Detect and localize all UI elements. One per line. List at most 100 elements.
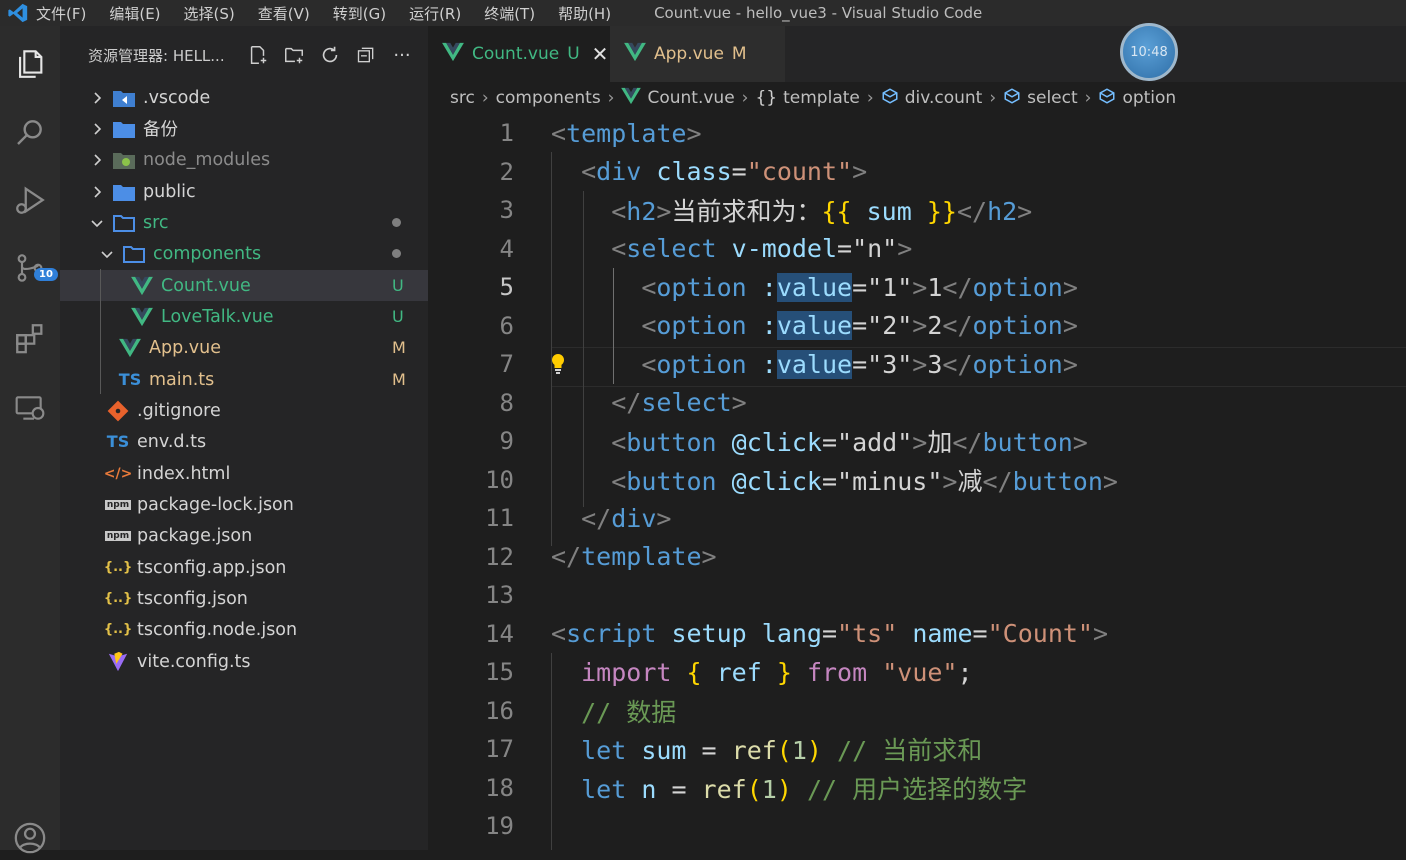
chevron-right-icon[interactable]: [88, 120, 106, 138]
code-line[interactable]: 7 <option :value="3">3</option>: [428, 345, 1406, 384]
tree-item[interactable]: node_modules: [60, 144, 428, 175]
search-icon[interactable]: [8, 110, 52, 154]
code-line[interactable]: 18 let n = ref(1) // 用户选择的数字: [428, 769, 1406, 808]
collapse-all-icon[interactable]: [354, 43, 378, 67]
menu-file[interactable]: 文件(F): [36, 3, 86, 24]
code-token: <: [641, 272, 657, 302]
code-line[interactable]: 16 // 数据: [428, 692, 1406, 731]
chevron-down-icon[interactable]: [88, 214, 106, 232]
code-line[interactable]: 3 <h2>当前求和为：{{ sum }}</h2>: [428, 191, 1406, 230]
tree-item[interactable]: TS env.d.ts: [60, 426, 428, 457]
breadcrumb-item[interactable]: div.count: [905, 88, 983, 108]
code-token: >: [912, 428, 928, 458]
code-line[interactable]: 9 <button @click="add">加</button>: [428, 422, 1406, 461]
vscode-logo-icon[interactable]: [0, 0, 36, 26]
tab-app-vue[interactable]: App.vue M: [610, 26, 785, 82]
chevron-right-icon[interactable]: [88, 183, 106, 201]
code-line[interactable]: 11 </div>: [428, 499, 1406, 538]
line-number: 12: [485, 542, 514, 571]
refresh-icon[interactable]: [318, 43, 342, 67]
tree-item-label: public: [143, 181, 196, 202]
menu-selection[interactable]: 选择(S): [184, 3, 235, 24]
chevron-right-icon[interactable]: [88, 151, 106, 169]
tree-item[interactable]: npm package-lock.json: [60, 489, 428, 520]
tree-item[interactable]: Count.vue U: [60, 270, 428, 301]
code-line[interactable]: 19: [428, 807, 1406, 846]
code-line[interactable]: 14 <script setup lang="ts" name="Count">: [428, 615, 1406, 654]
menu-view[interactable]: 查看(V): [258, 3, 310, 24]
tree-item[interactable]: {..} tsconfig.node.json: [60, 614, 428, 645]
breadcrumb-item[interactable]: Count.vue: [647, 88, 734, 108]
code-token: button: [982, 428, 1073, 458]
more-icon[interactable]: ···: [390, 43, 414, 67]
menu-edit[interactable]: 编辑(E): [109, 3, 160, 24]
code-token: <: [611, 197, 627, 227]
code-line[interactable]: 8 </select>: [428, 384, 1406, 423]
code-text: let sum = ref(1) // 当前求和: [551, 731, 982, 767]
tree-item[interactable]: public: [60, 176, 428, 207]
run-debug-icon[interactable]: [8, 178, 52, 222]
menu-run[interactable]: 运行(R): [409, 3, 461, 24]
code-line[interactable]: 5 <option :value="1">1</option>: [428, 268, 1406, 307]
tree-item[interactable]: </> index.html: [60, 458, 428, 489]
code-token: >: [1062, 311, 1078, 341]
chevron-right-icon: ›: [607, 88, 615, 108]
code-token: "3": [867, 349, 913, 379]
code-editor[interactable]: 1 <template> 2 <div class="count"> 3 <h2>当前…: [428, 114, 1406, 850]
tree-item[interactable]: {..} tsconfig.app.json: [60, 552, 428, 583]
tree-item[interactable]: TS main.ts M: [60, 364, 428, 395]
tree-item[interactable]: src: [60, 207, 428, 238]
tree-item[interactable]: 备份: [60, 113, 428, 144]
breadcrumb-item[interactable]: components: [496, 88, 601, 108]
account-icon[interactable]: [8, 816, 52, 860]
code-token: option: [656, 272, 747, 302]
new-folder-icon[interactable]: [282, 43, 306, 67]
menu-go[interactable]: 转到(G): [333, 3, 386, 24]
extensions-icon[interactable]: [8, 316, 52, 360]
breadcrumb-item[interactable]: option: [1122, 88, 1176, 108]
code-token: "ts": [837, 619, 898, 649]
source-control-icon[interactable]: 10: [8, 246, 58, 290]
new-file-icon[interactable]: [246, 43, 270, 67]
line-number: 8: [499, 388, 514, 417]
menu-help[interactable]: 帮助(H): [558, 3, 611, 24]
code-token: 2: [927, 311, 943, 341]
tree-item[interactable]: LoveTalk.vue U: [60, 301, 428, 332]
code-token: >: [1017, 197, 1033, 227]
tree-item[interactable]: vite.config.ts: [60, 646, 428, 677]
line-number: 3: [499, 196, 514, 225]
json-icon: {..}: [104, 588, 132, 610]
code-line[interactable]: 2 <div class="count">: [428, 153, 1406, 192]
tab-count-vue[interactable]: Count.vue U ✕: [428, 26, 610, 82]
code-line[interactable]: 13: [428, 576, 1406, 615]
chevron-right-icon[interactable]: [88, 89, 106, 107]
line-number: 15: [485, 658, 514, 687]
code-line[interactable]: 12 </template>: [428, 538, 1406, 577]
chevron-down-icon[interactable]: [98, 245, 116, 263]
breadcrumb-item[interactable]: template: [783, 88, 860, 108]
code-line[interactable]: 10 <button @click="minus">减</button>: [428, 461, 1406, 500]
code-line[interactable]: 4 <select v-model="n">: [428, 230, 1406, 269]
code-line[interactable]: 17 let sum = ref(1) // 当前求和: [428, 730, 1406, 769]
code-line[interactable]: 1 <template>: [428, 114, 1406, 153]
breadcrumb-item[interactable]: select: [1027, 88, 1078, 108]
tree-item[interactable]: npm package.json: [60, 520, 428, 551]
code-line[interactable]: 6 <option :value="2">2</option>: [428, 307, 1406, 346]
menu-terminal[interactable]: 终端(T): [484, 3, 535, 24]
tree-item[interactable]: components: [60, 238, 428, 269]
code-text: <button @click="add">加</button>: [551, 423, 1088, 459]
tree-item[interactable]: .gitignore: [60, 395, 428, 426]
remote-explorer-icon[interactable]: [8, 386, 52, 430]
tree-item[interactable]: .vscode: [60, 82, 428, 113]
tree-item[interactable]: App.vue M: [60, 332, 428, 363]
line-number: 1: [499, 119, 514, 148]
explorer-icon[interactable]: [8, 42, 52, 86]
tree-item-label: index.html: [137, 463, 231, 484]
code-text: </template>: [551, 542, 717, 571]
close-icon[interactable]: ✕: [592, 42, 609, 66]
breadcrumb-item[interactable]: src: [450, 88, 475, 108]
code-line[interactable]: 15 import { ref } from "vue";: [428, 653, 1406, 692]
tree-item[interactable]: {..} tsconfig.json: [60, 583, 428, 614]
